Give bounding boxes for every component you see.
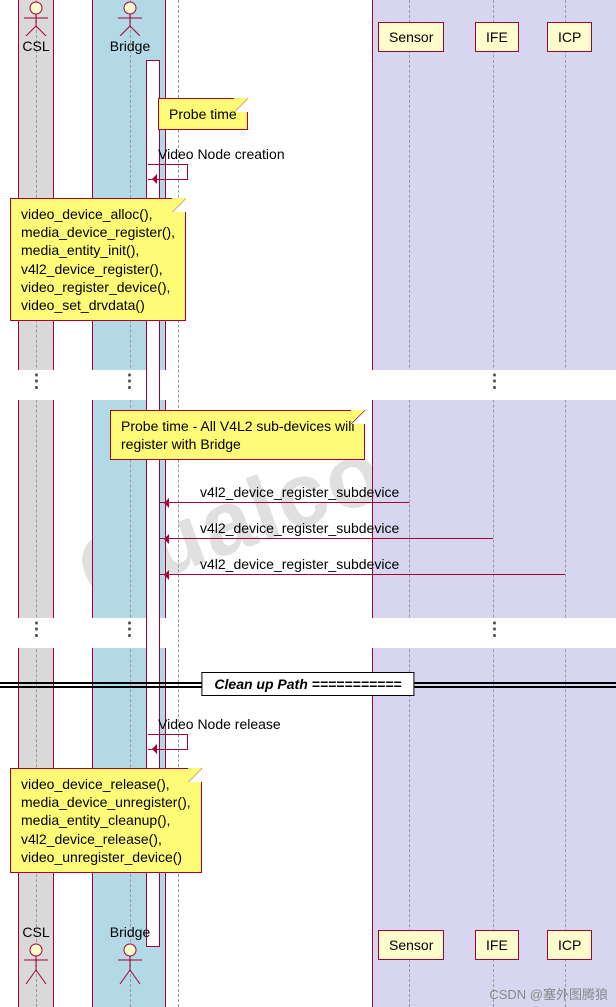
divider-label: Clean up Path =========== <box>201 672 414 696</box>
note-alloc-functions: video_device_alloc(), media_device_regis… <box>10 198 186 321</box>
participant-sensor-bottom: Sensor <box>378 930 444 960</box>
footer-watermark: CSDN @塞外图腾狼 <box>489 984 608 1003</box>
participant-sensor-top: Sensor <box>378 22 444 52</box>
note-probe-subdevices: Probe time - All V4L2 sub-devices will r… <box>110 410 365 460</box>
lifeline-ife <box>493 0 494 1007</box>
actor-bridge-label: Bridge <box>108 38 152 54</box>
msg-register-subdevice-ife: v4l2_device_register_subdevice <box>200 520 399 536</box>
actor-csl-label: CSL <box>16 38 56 54</box>
msg-video-node-creation: Video Node creation <box>158 146 285 162</box>
delay-dots <box>372 370 616 400</box>
participant-icp-bottom: ICP <box>547 930 592 960</box>
actor-bridge-bottom: Bridge <box>108 922 152 986</box>
delay-dots <box>18 370 54 400</box>
lifeline-sensor <box>409 0 410 1007</box>
actor-csl-label-bot: CSL <box>16 924 56 940</box>
participant-icp-top: ICP <box>547 22 592 52</box>
arrow-self-creation <box>148 164 188 180</box>
msg-video-node-release: Video Node release <box>158 716 281 732</box>
note-probe-time: Probe time <box>158 98 248 130</box>
delay-dots <box>372 618 616 648</box>
lifeline-icp <box>565 0 566 1007</box>
arrow-self-release <box>148 734 188 750</box>
arrow-ife-to-bridge <box>160 538 493 539</box>
note-release-functions: video_device_release(), media_device_unr… <box>10 768 202 873</box>
participant-ife-bottom: IFE <box>475 930 519 960</box>
arrow-sensor-to-bridge <box>160 502 409 503</box>
msg-register-subdevice-icp: v4l2_device_register_subdevice <box>200 556 399 572</box>
delay-dots <box>18 618 54 648</box>
actor-bridge-label-bot: Bridge <box>108 924 152 940</box>
msg-register-subdevice-sensor: v4l2_device_register_subdevice <box>200 484 399 500</box>
actor-bridge-top: Bridge <box>108 0 152 54</box>
actor-csl-top: CSL <box>16 0 56 54</box>
participant-ife-top: IFE <box>475 22 519 52</box>
divider-cleanup: Clean up Path =========== <box>0 672 616 700</box>
actor-csl-bottom: CSL <box>16 922 56 986</box>
arrow-icp-to-bridge <box>160 574 565 575</box>
